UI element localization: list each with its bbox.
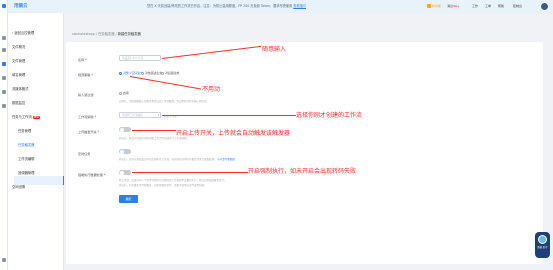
message-button[interactable]: 消息99+ (447, 3, 459, 10)
chevron-down-icon: ▾ (157, 114, 159, 117)
input-source-label: 输入源过滤 (78, 93, 94, 97)
rule-option-whole[interactable]: 对整个空间生效 (119, 71, 143, 75)
annotation-rule: 不用动 (202, 86, 221, 93)
list-icon[interactable] (2, 36, 6, 40)
name-input[interactable]: 请设置1-32个字符 (119, 55, 161, 61)
console-button[interactable]: 控制台 (513, 3, 522, 10)
sidebar-item-space-settings[interactable]: 空间设置 (12, 183, 25, 191)
schedule-toggle[interactable] (119, 149, 131, 154)
breadcrumb-root[interactable]: storkatestapp (72, 32, 95, 36)
sidebar-item-callback[interactable]: 回调器管理 (18, 169, 34, 177)
rule-option-suffix[interactable]: 对后缀生效 (161, 71, 179, 75)
sidebar-item-domains[interactable]: 域名管理 (12, 71, 25, 79)
sidebar (8, 13, 64, 270)
sidebar-item-task-trigger[interactable]: 任务触发器 (18, 141, 34, 149)
sidebar-item-overview[interactable]: 文件概况 (12, 43, 25, 51)
sidebar-back[interactable]: ‹ 返回云控管理 (12, 29, 34, 37)
banner-text: 您在 X 天前创建/修改的工作流已开启，注意：为防止滥用额度，PP 200 天免… (147, 4, 294, 8)
breadcrumb: storkatestapp / 任务触发器 / 新建任务触发器 (72, 32, 141, 36)
sidebar-item-tasks-workflow[interactable]: 任务与工作流 NEW (12, 113, 40, 121)
collapse-icon[interactable] (2, 258, 6, 262)
upload-trigger-label: 上传触发开关 * (78, 130, 100, 134)
force-label: 强制执行数据处理 * (78, 173, 106, 177)
force-help-2: 开启后，如有重复文件则覆盖，如需保留原文件，请参考使用对文件设置前缀。 (119, 184, 207, 187)
annotation-arrow (132, 130, 176, 131)
avatar[interactable] (540, 2, 549, 11)
schedule-help: 开启后，您可以按照设定时间定期执行工作流，对存储空间中的存量文件进行批量处理。 … (119, 158, 235, 161)
annotation-name: 随意输入 (262, 46, 287, 53)
grid-icon[interactable] (2, 104, 6, 108)
schedule-help-link[interactable]: 什么是存量数据 (217, 158, 235, 161)
workflow-label: 工作流编辑 * (78, 115, 96, 119)
sidebar-item-task-manage[interactable]: 任务管理 (18, 127, 31, 135)
sidebar-item-monitor[interactable]: 数据监控 (12, 99, 25, 107)
annotation-arrow (132, 172, 248, 173)
sidebar-item-files[interactable]: 文件管理 (12, 57, 25, 65)
file-icon[interactable] (2, 48, 6, 52)
help-button[interactable]: 帮助 (498, 3, 504, 10)
input-source-help: 启用后，您能根据输入源相关条件过滤工作流触发，不启用则对所有输入源生效。 (119, 100, 210, 103)
new-badge: NEW (32, 115, 40, 119)
gift-icon (427, 4, 431, 8)
breadcrumb-current: 新建任务触发器 (117, 32, 141, 36)
name-label: 名称 * (78, 58, 87, 62)
annotation-force: 开启强制执行，如未开启会出现转码失败 (248, 168, 357, 175)
workflow-select[interactable]: 请选择工作流编辑 ▾ (119, 112, 161, 118)
rule-option-prefix[interactable]: 对前缀进生效 (141, 71, 162, 75)
input-source-enable[interactable]: 启用 (119, 91, 129, 95)
force-toggle[interactable] (119, 170, 131, 175)
annotation-workflow: 选择你刚才创建的工作流 (296, 112, 363, 119)
cloud-icon[interactable] (2, 76, 6, 80)
icon-rail (0, 0, 8, 270)
rule-label: 规则策略 * (78, 73, 93, 77)
work-button[interactable]: 工作 (472, 3, 478, 10)
announcement-banner: 您在 X 天前创建/修改的工作流已开启，注意：为防止滥用额度，PP 200 天免… (147, 1, 306, 12)
banner-link[interactable]: 查看指引 (293, 4, 306, 8)
ticket-button[interactable]: 工单 (485, 3, 491, 10)
annotation-upload: 开启上传开关，上传就会自动触发该触发器 (176, 130, 291, 137)
bucket-icon[interactable] (2, 62, 6, 66)
schedule-label: 定时任务 (78, 152, 91, 156)
upload-trigger-toggle[interactable] (119, 127, 131, 132)
annotation-arrow (162, 115, 296, 116)
sidebar-item-media[interactable]: 流媒体格式 (12, 85, 28, 93)
new-feature-button[interactable]: 新功能 (427, 3, 441, 10)
brand-logo[interactable]: 用鹅云 (14, 1, 28, 12)
assistant-robot-button[interactable]: 智能 助手 (535, 232, 550, 258)
submit-button[interactable]: 确定 (119, 195, 138, 203)
sidebar-item-workflow-edit[interactable]: 工作流编辑 (18, 155, 34, 163)
force-help: 默认关闭，如果对同一个文件已经执行过相同的工作流则不会重复执行。开启后将强制重复… (119, 179, 227, 182)
home-icon[interactable] (2, 4, 6, 8)
chart-icon[interactable] (2, 90, 6, 94)
breadcrumb-middle[interactable]: 任务触发器 (98, 32, 114, 36)
robot-icon (538, 235, 547, 244)
form-card (66, 42, 543, 264)
